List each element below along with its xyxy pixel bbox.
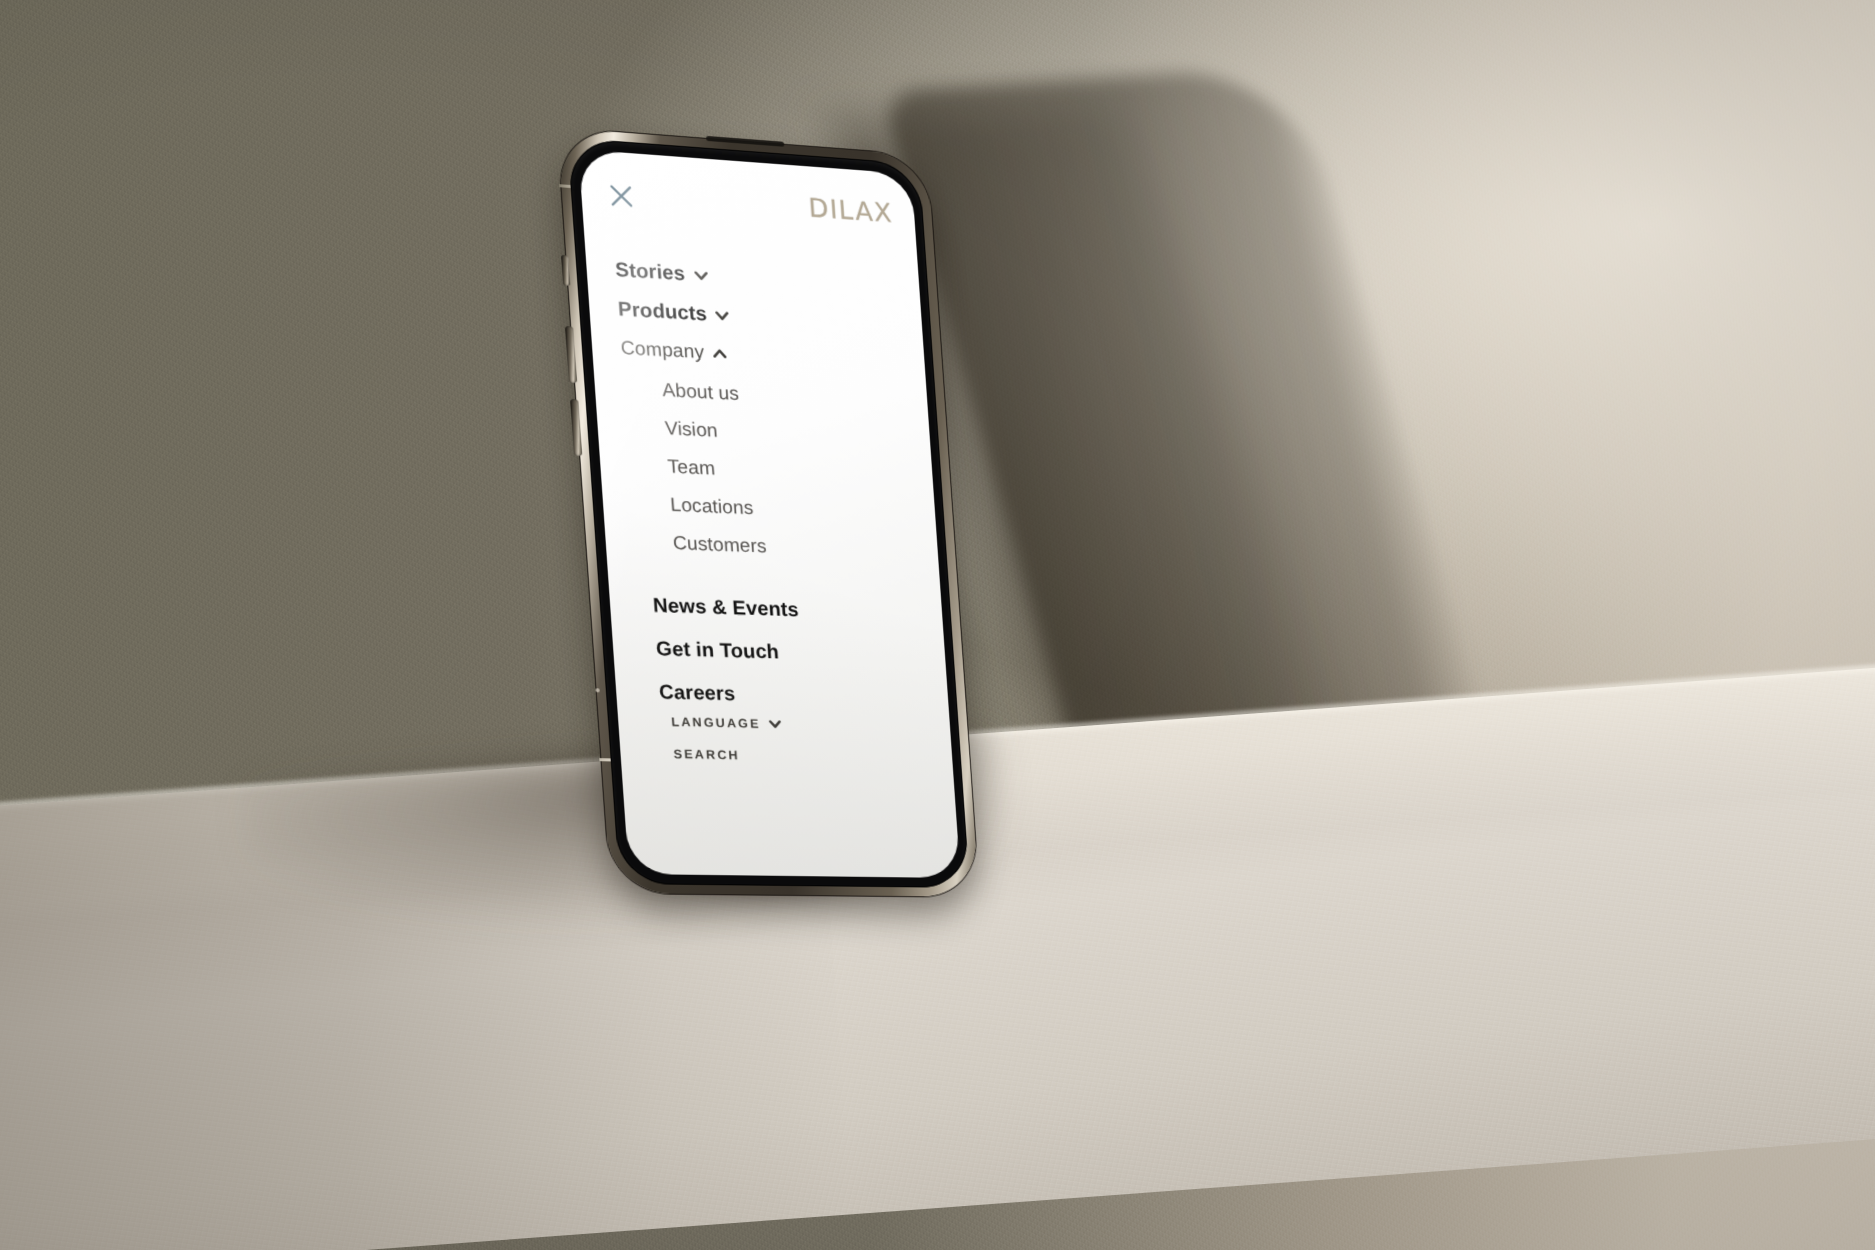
nav-primary-group: Stories Products Company About us Vision… (585, 249, 939, 573)
nav-list: Stories Products Company About us Vision… (585, 249, 949, 721)
nav-item-label: Company (620, 337, 705, 364)
microphone-hole (595, 688, 600, 693)
close-icon (607, 182, 635, 210)
nav-item-label: Stories (614, 258, 686, 286)
mobile-navigation-menu: DILAX Stories Products Company About us … (578, 149, 960, 878)
phone-screen: DILAX Stories Products Company About us … (578, 149, 961, 879)
photo-scene: DILAX Stories Products Company About us … (0, 0, 1875, 1250)
nav-item-label: Careers (658, 681, 736, 706)
nav-item-label: Get in Touch (655, 637, 780, 664)
nav-item-label: News & Events (652, 594, 800, 622)
smartphone: DILAX Stories Products Company About us … (557, 127, 992, 911)
nav-secondary-group: News & Events Get in Touch Careers (609, 583, 950, 721)
chevron-up-icon (713, 349, 727, 359)
chevron-down-icon (694, 271, 708, 281)
nav-item-label: Products (617, 298, 708, 326)
company-submenu: About us Vision Team Locations Customers (622, 370, 939, 573)
search-button[interactable]: SEARCH (672, 738, 953, 775)
close-menu-button[interactable] (603, 178, 640, 215)
menu-header: DILAX (580, 172, 917, 250)
dilax-logo[interactable]: DILAX (807, 194, 893, 229)
utility-menu: LANGUAGE SEARCH (617, 705, 953, 776)
chevron-down-icon (769, 720, 783, 729)
chevron-down-icon (716, 311, 730, 321)
language-label: LANGUAGE (670, 714, 761, 731)
search-label: SEARCH (673, 747, 741, 763)
nav-item-get-in-touch[interactable]: Get in Touch (655, 628, 947, 679)
